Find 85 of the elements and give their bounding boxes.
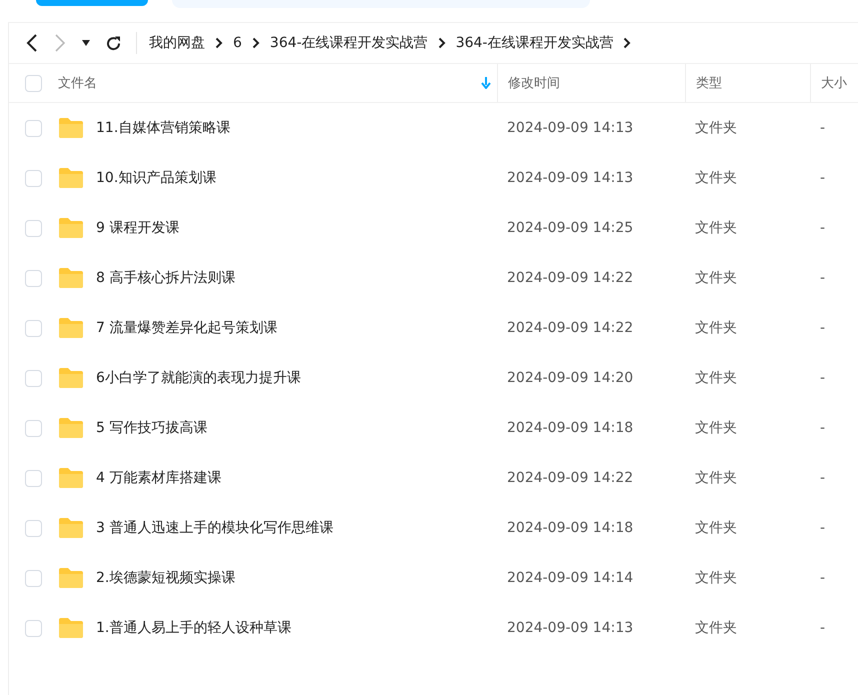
checkbox[interactable] [25,420,42,436]
file-size: - [819,470,826,486]
folder-name[interactable]: 11.自媒体营销策略课 [96,119,230,137]
file-size: - [819,570,826,586]
file-size: - [819,520,826,536]
folder-name[interactable]: 7 流量爆赞差异化起号策划课 [96,319,278,337]
chevron-icon [438,37,446,49]
checkbox[interactable] [25,74,42,92]
folder-icon [58,117,84,139]
folder-icon [58,317,84,339]
file-size: - [819,170,826,186]
file-type: 文件夹 [694,419,738,437]
checkbox[interactable] [25,570,42,586]
folder-name[interactable]: 9 课程开发课 [96,219,180,237]
file-size: - [819,120,826,136]
folder-icon [58,467,84,489]
chevron-icon [623,37,632,49]
modified-time: 2024-09-09 14:13 [506,620,634,636]
checkbox[interactable] [25,620,42,636]
checkbox[interactable] [25,320,42,336]
back-button[interactable] [25,33,39,53]
checkbox[interactable] [25,120,42,136]
breadcrumb-link[interactable]: 6 [233,35,242,51]
file-size: - [819,370,826,386]
modified-time: 2024-09-09 14:22 [506,270,634,286]
checkbox[interactable] [25,370,42,386]
chevron-icon [252,37,260,49]
column-header[interactable]: 大小 [821,74,847,92]
modified-time: 2024-09-09 14:25 [506,220,634,236]
file-type: 文件夹 [694,219,738,237]
modified-time: 2024-09-09 14:18 [506,520,634,536]
refresh-button[interactable] [105,34,122,52]
modified-time: 2024-09-09 14:22 [506,470,634,486]
column-header[interactable]: 修改时间 [508,74,560,92]
folder-icon [58,167,84,189]
checkbox[interactable] [25,520,42,536]
breadcrumb-link[interactable]: 364-在线课程开发实战营 [270,34,428,52]
forward-button[interactable] [53,33,67,53]
file-type: 文件夹 [694,319,738,337]
folder-name[interactable]: 10.知识产品策划课 [96,169,216,187]
folder-icon [58,567,84,589]
folder-icon [58,517,84,539]
file-type: 文件夹 [694,269,738,287]
folder-name[interactable]: 8 高手核心拆片法则课 [96,269,236,287]
upload-button[interactable] [36,0,148,6]
file-size: - [819,320,826,336]
file-size: - [819,270,826,286]
checkbox[interactable] [25,170,42,186]
folder-name[interactable]: 3 普通人迅速上手的模块化写作思维课 [96,519,334,537]
file-type: 文件夹 [694,369,738,387]
checkbox[interactable] [25,220,42,236]
file-type: 文件夹 [694,119,738,137]
column-header[interactable]: 文件名 [58,74,97,92]
modified-time: 2024-09-09 14:22 [506,320,634,336]
checkbox[interactable] [25,470,42,486]
breadcrumb-link[interactable]: 364-在线课程开发实战营 [456,34,614,52]
column-header[interactable]: 类型 [696,74,722,92]
sort-arrow-icon[interactable] [481,77,491,89]
file-type: 文件夹 [694,169,738,187]
chevron-icon [215,37,223,49]
modified-time: 2024-09-09 14:13 [506,120,634,136]
breadcrumb-link[interactable]: 我的网盘 [149,34,205,52]
folder-name[interactable]: 6小白学了就能演的表现力提升课 [96,369,301,387]
folder-name[interactable]: 4 万能素材库搭建课 [96,469,222,487]
folder-icon [58,617,84,639]
modified-time: 2024-09-09 14:14 [506,570,634,586]
modified-time: 2024-09-09 14:18 [506,420,634,436]
file-type: 文件夹 [694,519,738,537]
folder-name[interactable]: 2.埃德蒙短视频实操课 [96,569,236,587]
file-type: 文件夹 [694,569,738,587]
folder-name[interactable]: 5 写作技巧拔高课 [96,419,208,437]
folder-icon [58,367,84,389]
folder-icon [58,267,84,289]
folder-name[interactable]: 1.普通人易上手的轻人设种草课 [96,619,292,637]
file-size: - [819,420,826,436]
modified-time: 2024-09-09 14:13 [506,170,634,186]
modified-time: 2024-09-09 14:20 [506,370,634,386]
file-type: 文件夹 [694,469,738,487]
folder-icon [58,417,84,439]
file-size: - [819,620,826,636]
checkbox[interactable] [25,270,42,286]
file-size: - [819,220,826,236]
folder-icon [58,217,84,239]
dropdown-button[interactable] [81,39,91,47]
file-type: 文件夹 [694,619,738,637]
